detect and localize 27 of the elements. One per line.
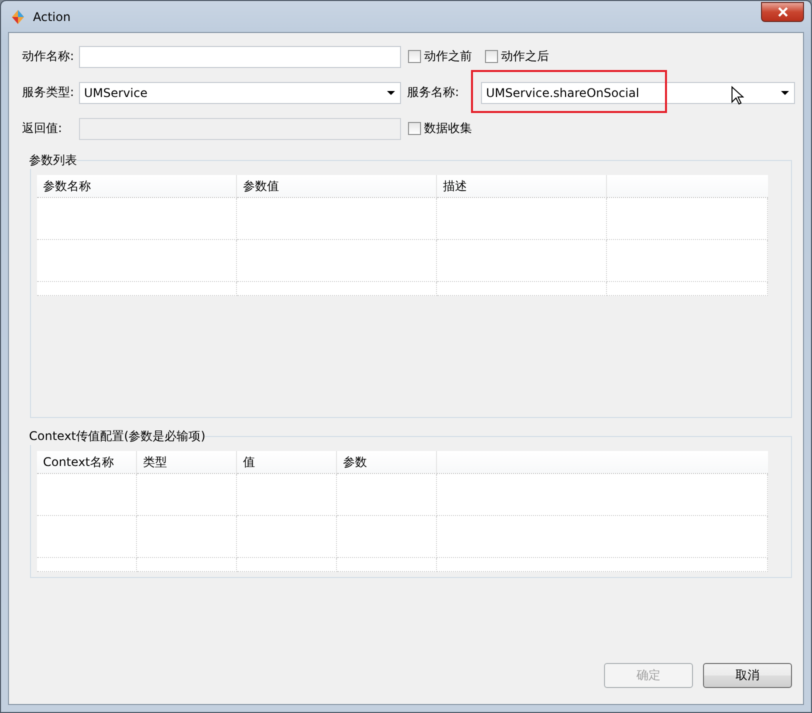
close-icon <box>778 6 788 16</box>
field-label: 返回值: <box>22 120 64 137</box>
caret-icon <box>387 90 395 94</box>
group-title: Context传值配置(参数是必输项) <box>29 428 206 445</box>
field-label: 服务类型: <box>22 84 76 101</box>
cursor-icon <box>731 86 744 104</box>
text-field[interactable] <box>79 46 401 68</box>
column-header[interactable]: 描述 <box>437 175 607 198</box>
column-header[interactable]: 参数值 <box>237 175 437 198</box>
window-title: Action <box>33 10 72 24</box>
group-title: 参数列表 <box>29 152 77 169</box>
app-icon <box>11 8 25 24</box>
checkbox[interactable]: 数据收集 <box>408 120 472 137</box>
column-header[interactable]: 参数 <box>337 451 437 474</box>
checkbox[interactable]: 动作之前 <box>408 48 472 65</box>
column-header[interactable]: Context名称 <box>37 451 137 474</box>
caret-icon <box>781 90 789 94</box>
checkbox[interactable]: 动作之后 <box>485 48 549 65</box>
dropdown[interactable]: UMService <box>79 82 401 104</box>
dropdown[interactable]: UMService.shareOnSocial <box>481 82 795 104</box>
column-header[interactable]: 值 <box>237 451 337 474</box>
column-header[interactable]: 类型 <box>137 451 237 474</box>
close-button[interactable] <box>761 2 804 22</box>
column-header[interactable]: 参数名称 <box>37 175 237 198</box>
dialog-button[interactable]: 取消 <box>703 663 792 688</box>
field-label: 动作名称: <box>22 48 76 65</box>
field-label: 服务名称: <box>407 84 460 101</box>
